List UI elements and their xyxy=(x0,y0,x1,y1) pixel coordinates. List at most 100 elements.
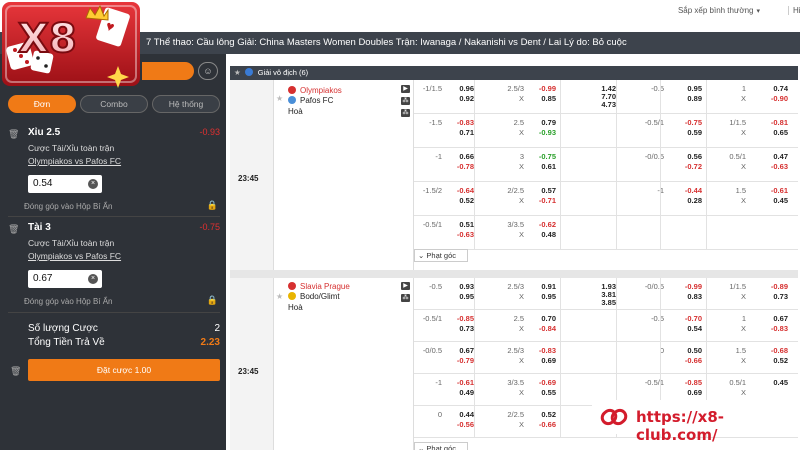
odds-value[interactable]: -0.63 xyxy=(448,230,474,239)
tab-single[interactable]: Đơn xyxy=(8,95,76,113)
tab-system[interactable]: Hệ thống xyxy=(152,95,220,113)
odds-value[interactable]: -0.93 xyxy=(530,128,556,137)
odds-value[interactable]: 0.83 xyxy=(676,292,702,301)
odds-value[interactable]: -0.62 xyxy=(530,220,556,229)
lock-icon[interactable]: 🔒 xyxy=(207,200,218,211)
bet-match-link[interactable]: Olympiakos vs Pafos FC xyxy=(28,156,121,166)
odds-value[interactable]: -0.61 xyxy=(762,186,788,195)
star-icon[interactable]: ★ xyxy=(234,68,241,77)
odds-value[interactable]: 0.95 xyxy=(448,292,474,301)
odds-value[interactable]: 0.96 xyxy=(448,84,474,93)
odds-value[interactable]: -0.99 xyxy=(676,282,702,291)
odds-value[interactable]: -0.99 xyxy=(530,84,556,93)
odds-value[interactable]: 0.55 xyxy=(530,388,556,397)
live-tv-icon[interactable]: ▶ xyxy=(401,282,410,290)
star-icon[interactable]: ★ xyxy=(276,292,283,301)
odds-value[interactable]: -0.83 xyxy=(762,324,788,333)
odds-value[interactable]: -0.79 xyxy=(448,356,474,365)
odds-value[interactable]: -0.44 xyxy=(676,186,702,195)
odds-value[interactable]: 0.50 xyxy=(676,346,702,355)
odds-value[interactable]: -0.71 xyxy=(530,196,556,205)
odds-value[interactable]: 0.92 xyxy=(448,94,474,103)
odds-value[interactable]: 0.74 xyxy=(762,84,788,93)
odds-value[interactable]: -0.63 xyxy=(762,162,788,171)
top-right-label[interactable]: Hiển xyxy=(788,6,800,15)
bet-match-link[interactable]: Olympiakos vs Pafos FC xyxy=(28,251,121,261)
odds-value[interactable]: 0.28 xyxy=(676,196,702,205)
lock-icon[interactable]: 🔒 xyxy=(207,295,218,306)
live-tv-icon[interactable]: ▶ xyxy=(401,85,410,93)
odds-value[interactable]: -0.81 xyxy=(762,118,788,127)
odds-value[interactable]: -0.56 xyxy=(448,420,474,429)
tab-combo[interactable]: Combo xyxy=(80,95,148,113)
stats-icon[interactable]: ⁂ xyxy=(401,294,410,302)
odds-value[interactable]: 0.56 xyxy=(676,152,702,161)
odds-value[interactable]: 0.67 xyxy=(448,346,474,355)
odds-value[interactable]: 0.69 xyxy=(676,388,702,397)
odds-value[interactable]: -0.78 xyxy=(448,162,474,171)
away-team[interactable]: Pafos FC xyxy=(288,96,333,105)
odds-value[interactable]: -0.75 xyxy=(530,152,556,161)
odds-value[interactable]: -0.68 xyxy=(762,346,788,355)
odds-value[interactable]: 0.44 xyxy=(448,410,474,419)
odds-value[interactable]: -0.85 xyxy=(448,314,474,323)
search-bar[interactable] xyxy=(142,62,194,80)
odds-value[interactable]: 0.52 xyxy=(762,356,788,365)
user-icon[interactable]: ☺ xyxy=(198,62,218,80)
stake-input[interactable]: 0.54 × xyxy=(28,175,102,193)
stats-icon[interactable]: ⁂ xyxy=(401,109,410,117)
clear-icon[interactable]: × xyxy=(88,179,98,189)
odds-value[interactable]: 0.73 xyxy=(448,324,474,333)
odds-value[interactable]: 0.79 xyxy=(530,118,556,127)
trash-icon[interactable]: 🗑 xyxy=(10,366,21,377)
odds-value[interactable]: -0.61 xyxy=(448,378,474,387)
odds-value[interactable]: 0.70 xyxy=(530,314,556,323)
odds-value[interactable]: -0.90 xyxy=(762,94,788,103)
corner-kicks-toggle[interactable]: ⌄ Phạt góc xyxy=(414,442,468,450)
odds-value[interactable]: 4.73 xyxy=(590,100,616,109)
odds-value[interactable]: -0.83 xyxy=(448,118,474,127)
stats-icon[interactable]: ⁂ xyxy=(401,97,410,105)
odds-value[interactable]: -0.89 xyxy=(762,282,788,291)
odds-value[interactable]: 0.54 xyxy=(676,324,702,333)
odds-value[interactable]: 0.67 xyxy=(762,314,788,323)
odds-value[interactable]: 0.48 xyxy=(530,230,556,239)
odds-value[interactable]: 0.71 xyxy=(448,128,474,137)
odds-value[interactable]: 0.69 xyxy=(530,356,556,365)
place-bet-button[interactable]: Đặt cược 1.00 xyxy=(28,359,220,381)
trash-icon[interactable]: 🗑 xyxy=(8,224,19,235)
odds-value[interactable]: 0.45 xyxy=(762,196,788,205)
odds-value[interactable]: 0.61 xyxy=(530,162,556,171)
odds-value[interactable]: 0.89 xyxy=(676,94,702,103)
odds-value[interactable]: 3.85 xyxy=(590,298,616,307)
odds-value[interactable]: -0.64 xyxy=(448,186,474,195)
odds-value[interactable]: -0.66 xyxy=(530,420,556,429)
odds-value[interactable]: 0.66 xyxy=(448,152,474,161)
odds-value[interactable]: 0.45 xyxy=(762,378,788,387)
odds-value[interactable]: -0.69 xyxy=(530,378,556,387)
odds-value[interactable]: 0.51 xyxy=(448,220,474,229)
odds-value[interactable]: 0.47 xyxy=(762,152,788,161)
trash-icon[interactable]: 🗑 xyxy=(8,129,19,140)
odds-value[interactable]: -0.70 xyxy=(676,314,702,323)
sort-dropdown[interactable]: Sắp xếp bình thường ▾ xyxy=(678,6,760,15)
odds-value[interactable]: 0.65 xyxy=(762,128,788,137)
odds-value[interactable]: 0.73 xyxy=(762,292,788,301)
odds-value[interactable]: 0.91 xyxy=(530,282,556,291)
clear-icon[interactable]: × xyxy=(88,274,98,284)
odds-value[interactable]: 0.49 xyxy=(448,388,474,397)
odds-value[interactable]: 0.52 xyxy=(448,196,474,205)
star-icon[interactable]: ★ xyxy=(276,94,283,103)
odds-value[interactable]: -0.66 xyxy=(676,356,702,365)
odds-value[interactable]: 0.59 xyxy=(676,128,702,137)
home-team[interactable]: Slavia Prague xyxy=(288,282,350,291)
odds-value[interactable]: -0.85 xyxy=(676,378,702,387)
odds-value[interactable]: -0.72 xyxy=(676,162,702,171)
stake-input[interactable]: 0.67 × xyxy=(28,270,102,288)
odds-value[interactable]: 0.57 xyxy=(530,186,556,195)
odds-value[interactable]: -0.83 xyxy=(530,346,556,355)
corner-kicks-toggle[interactable]: ⌄ Phạt góc xyxy=(414,249,468,262)
away-team[interactable]: Bodo/Glimt xyxy=(288,292,340,301)
home-team[interactable]: Olympiakos xyxy=(288,86,342,95)
odds-value[interactable]: 0.95 xyxy=(530,292,556,301)
